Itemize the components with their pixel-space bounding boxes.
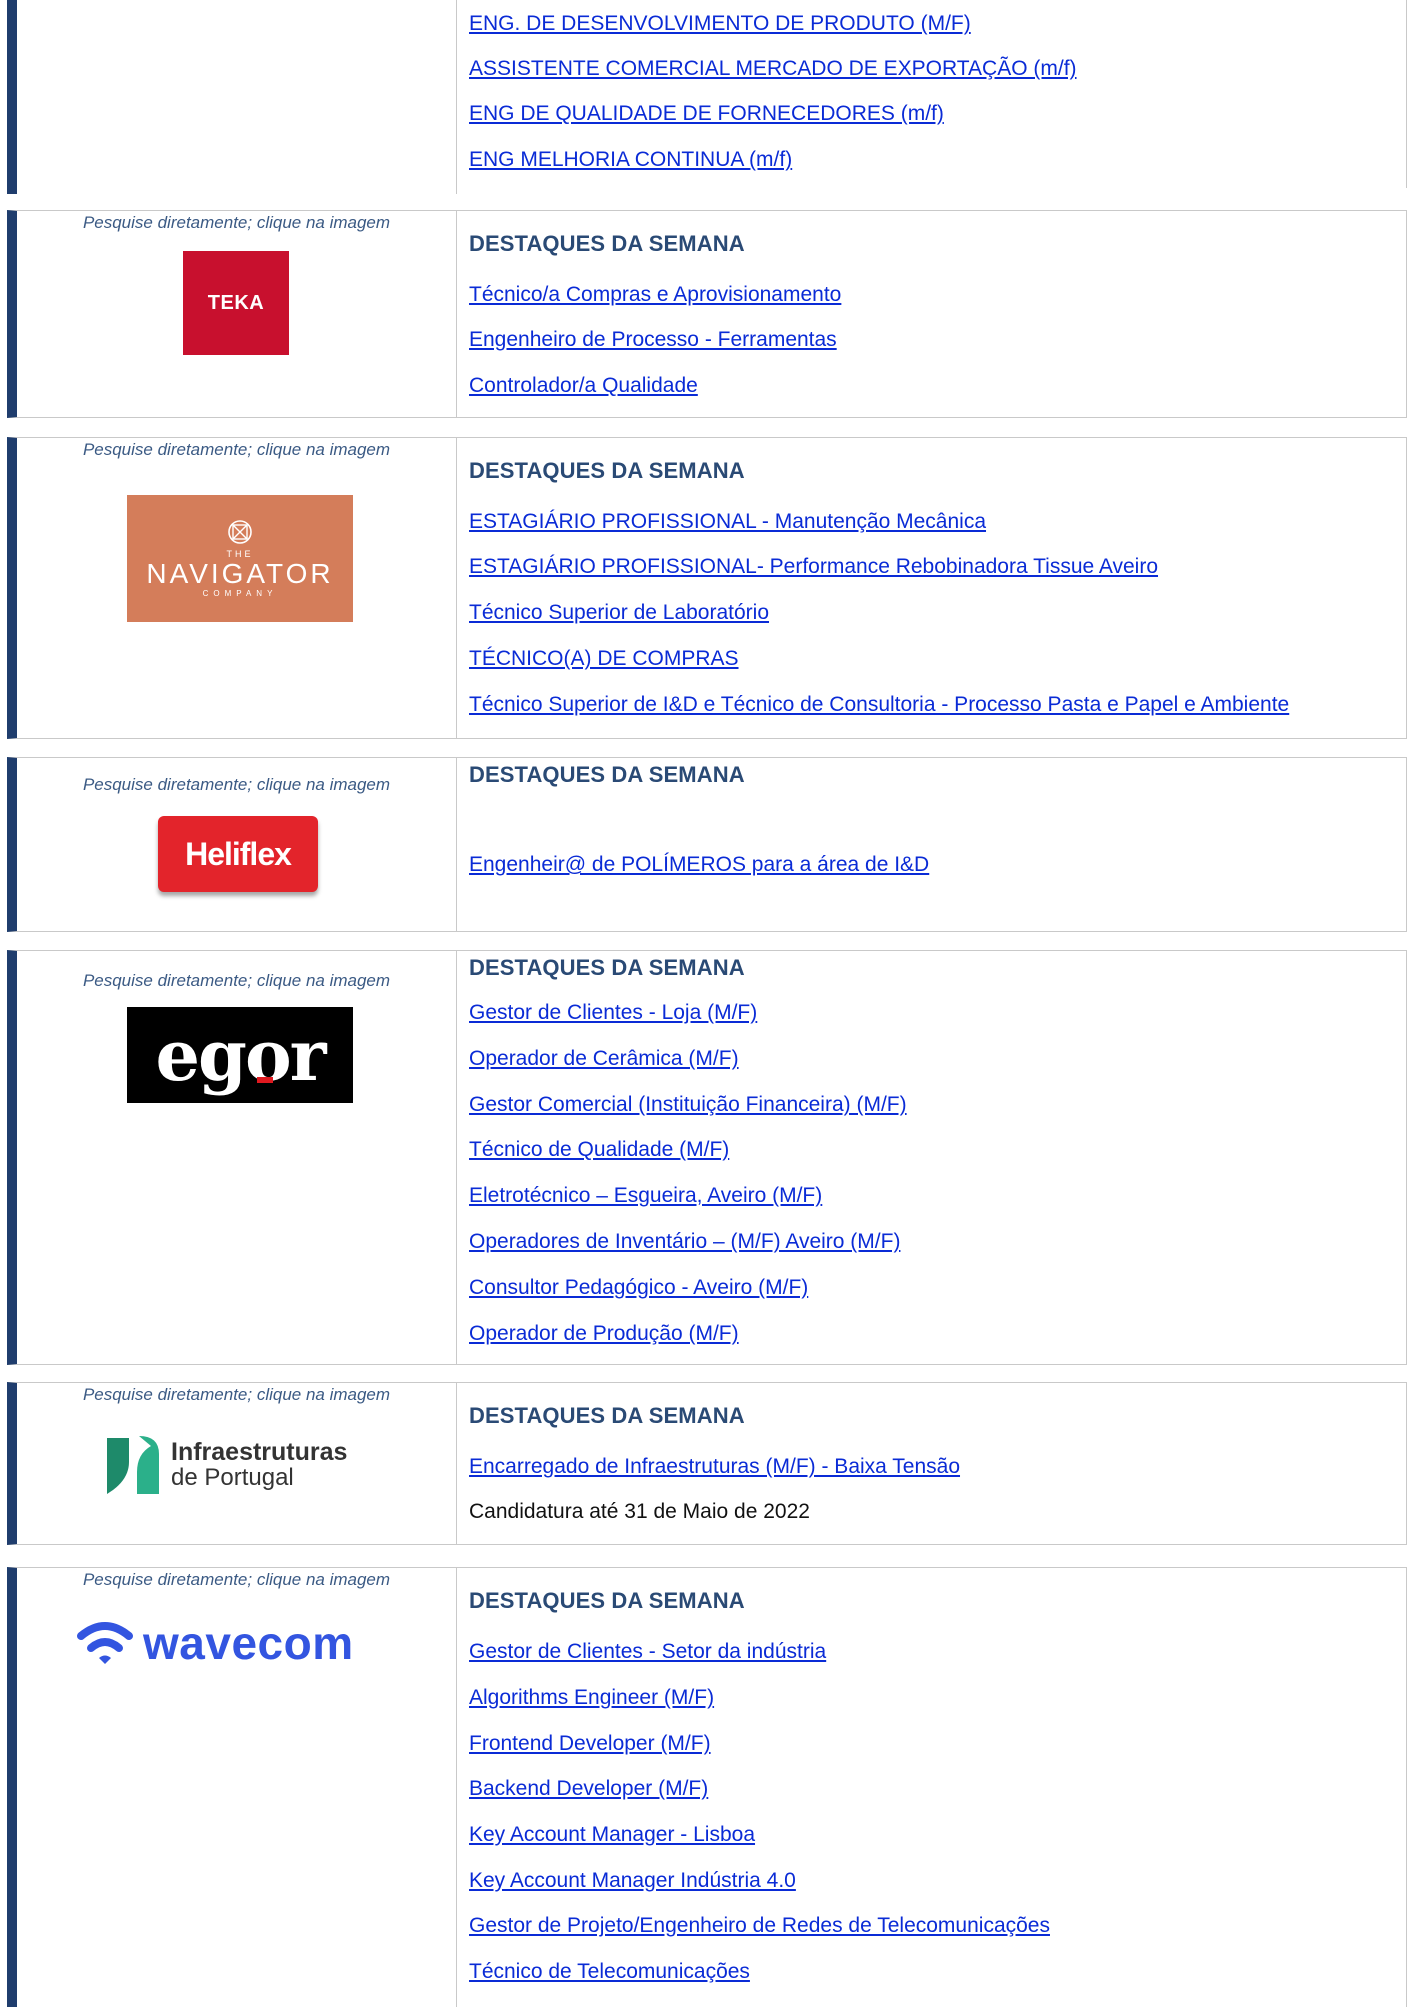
- job-link[interactable]: Técnico Superior de I&D e Técnico de Con…: [469, 693, 1289, 717]
- job-block-navigator: Pesquise diretamente; clique na imagem T…: [7, 437, 1407, 739]
- job-link[interactable]: Técnico de Qualidade (M/F): [469, 1138, 729, 1162]
- job-link[interactable]: Técnico de Telecomunicações: [469, 1960, 750, 1984]
- job-block-top: ENG. DE DESENVOLVIMENTO DE PRODUTO (M/F)…: [7, 0, 1407, 194]
- job-link[interactable]: TÉCNICO(A) DE COMPRAS: [469, 647, 739, 671]
- column-divider: [456, 438, 457, 738]
- teka-logo[interactable]: TEKA: [183, 251, 289, 355]
- ip-logo-line2: de Portugal: [171, 1464, 294, 1491]
- navigator-logo-name: NAVIGATOR: [146, 558, 334, 589]
- section-heading: DESTAQUES DA SEMANA: [469, 231, 745, 256]
- search-hint: Pesquise diretamente; clique na imagem: [82, 440, 391, 459]
- job-link[interactable]: Consultor Pedagógico - Aveiro (M/F): [469, 1276, 808, 1300]
- job-link[interactable]: Gestor de Clientes - Loja (M/F): [469, 1001, 757, 1025]
- ip-emblem-icon: [107, 1436, 159, 1494]
- section-heading: DESTAQUES DA SEMANA: [469, 458, 745, 483]
- job-link[interactable]: Frontend Developer (M/F): [469, 1732, 711, 1756]
- job-link[interactable]: Gestor de Projeto/Engenheiro de Redes de…: [469, 1914, 1050, 1938]
- column-divider: [456, 1383, 457, 1544]
- egor-logo-text: egor: [155, 1013, 326, 1097]
- job-link[interactable]: Operador de Produção (M/F): [469, 1322, 739, 1346]
- search-hint: Pesquise diretamente; clique na imagem: [82, 775, 391, 794]
- job-link[interactable]: ENG. DE DESENVOLVIMENTO DE PRODUTO (M/F): [469, 12, 971, 36]
- column-divider: [456, 0, 457, 194]
- job-link[interactable]: Backend Developer (M/F): [469, 1777, 708, 1801]
- search-hint: Pesquise diretamente; clique na imagem: [82, 1385, 391, 1404]
- heliflex-logo-text: Heliflex: [185, 835, 292, 872]
- ip-logo-line1: Infraestruturas: [171, 1438, 348, 1466]
- job-link[interactable]: ESTAGIÁRIO PROFISSIONAL - Manutenção Mec…: [469, 510, 986, 534]
- job-link[interactable]: ASSISTENTE COMERCIAL MERCADO DE EXPORTAÇ…: [469, 57, 1077, 81]
- search-hint: Pesquise diretamente; clique na imagem: [82, 213, 391, 232]
- job-link[interactable]: Operador de Cerâmica (M/F): [469, 1047, 739, 1071]
- navigator-logo[interactable]: THE NAVIGATOR COMPANY: [127, 495, 353, 622]
- section-heading: DESTAQUES DA SEMANA: [469, 762, 745, 787]
- egor-logo[interactable]: egor: [127, 1007, 353, 1103]
- job-block-infraestruturas: Pesquise diretamente; clique na imagem I…: [7, 1382, 1407, 1545]
- navigator-logo-company: COMPANY: [202, 589, 278, 598]
- job-link[interactable]: ESTAGIÁRIO PROFISSIONAL- Performance Reb…: [469, 555, 1158, 579]
- wifi-icon: [77, 1622, 133, 1664]
- section-heading: DESTAQUES DA SEMANA: [469, 955, 745, 980]
- infraestruturas-logo[interactable]: Infraestruturas de Portugal: [103, 1427, 393, 1503]
- job-link[interactable]: ENG MELHORIA CONTINUA (m/f): [469, 148, 792, 172]
- job-link[interactable]: Técnico Superior de Laboratório: [469, 601, 769, 625]
- deadline-note: Candidatura até 31 de Maio de 2022: [469, 1500, 810, 1523]
- column-divider: [456, 1568, 457, 2007]
- search-hint: Pesquise diretamente; clique na imagem: [82, 1570, 391, 1589]
- column-divider: [456, 951, 457, 1364]
- job-link[interactable]: Key Account Manager - Lisboa: [469, 1823, 755, 1847]
- job-link[interactable]: Engenheiro de Processo - Ferramentas: [469, 328, 837, 352]
- job-link[interactable]: Operadores de Inventário – (M/F) Aveiro …: [469, 1230, 900, 1254]
- job-link[interactable]: Gestor de Clientes - Setor da indústria: [469, 1640, 826, 1664]
- job-link[interactable]: ENG DE QUALIDADE DE FORNECEDORES (m/f): [469, 102, 944, 126]
- job-block-egor: Pesquise diretamente; clique na imagem e…: [7, 950, 1407, 1365]
- job-link[interactable]: Gestor Comercial (Instituição Financeira…: [469, 1093, 907, 1117]
- teka-logo-text: TEKA: [207, 291, 265, 314]
- search-hint: Pesquise diretamente; clique na imagem: [82, 971, 391, 990]
- job-link[interactable]: Key Account Manager Indústria 4.0: [469, 1869, 796, 1893]
- section-heading: DESTAQUES DA SEMANA: [469, 1588, 745, 1613]
- heliflex-logo[interactable]: Heliflex: [158, 816, 318, 892]
- navigator-emblem-icon: [228, 520, 252, 544]
- job-link[interactable]: Eletrotécnico – Esgueira, Aveiro (M/F): [469, 1184, 822, 1208]
- right-border: [1406, 0, 1407, 188]
- column-divider: [456, 758, 457, 931]
- job-block-wavecom: Pesquise diretamente; clique na imagem w…: [7, 1567, 1407, 2007]
- column-divider: [456, 211, 457, 417]
- section-heading: DESTAQUES DA SEMANA: [469, 1403, 745, 1428]
- egor-logo-accent: [257, 1077, 273, 1083]
- job-link[interactable]: Técnico/a Compras e Aprovisionamento: [469, 283, 841, 307]
- wavecom-logo[interactable]: wavecom: [77, 1610, 407, 1676]
- wavecom-logo-text: wavecom: [143, 1617, 354, 1669]
- job-block-teka: Pesquise diretamente; clique na imagem T…: [7, 210, 1407, 418]
- job-block-heliflex: Pesquise diretamente; clique na imagem H…: [7, 757, 1407, 932]
- job-link[interactable]: Encarregado de Infraestruturas (M/F) - B…: [469, 1455, 960, 1479]
- job-link[interactable]: Controlador/a Qualidade: [469, 374, 698, 398]
- job-link[interactable]: Engenheir@ de POLÍMEROS para a área de I…: [469, 853, 929, 877]
- job-link[interactable]: Algorithms Engineer (M/F): [469, 1686, 714, 1710]
